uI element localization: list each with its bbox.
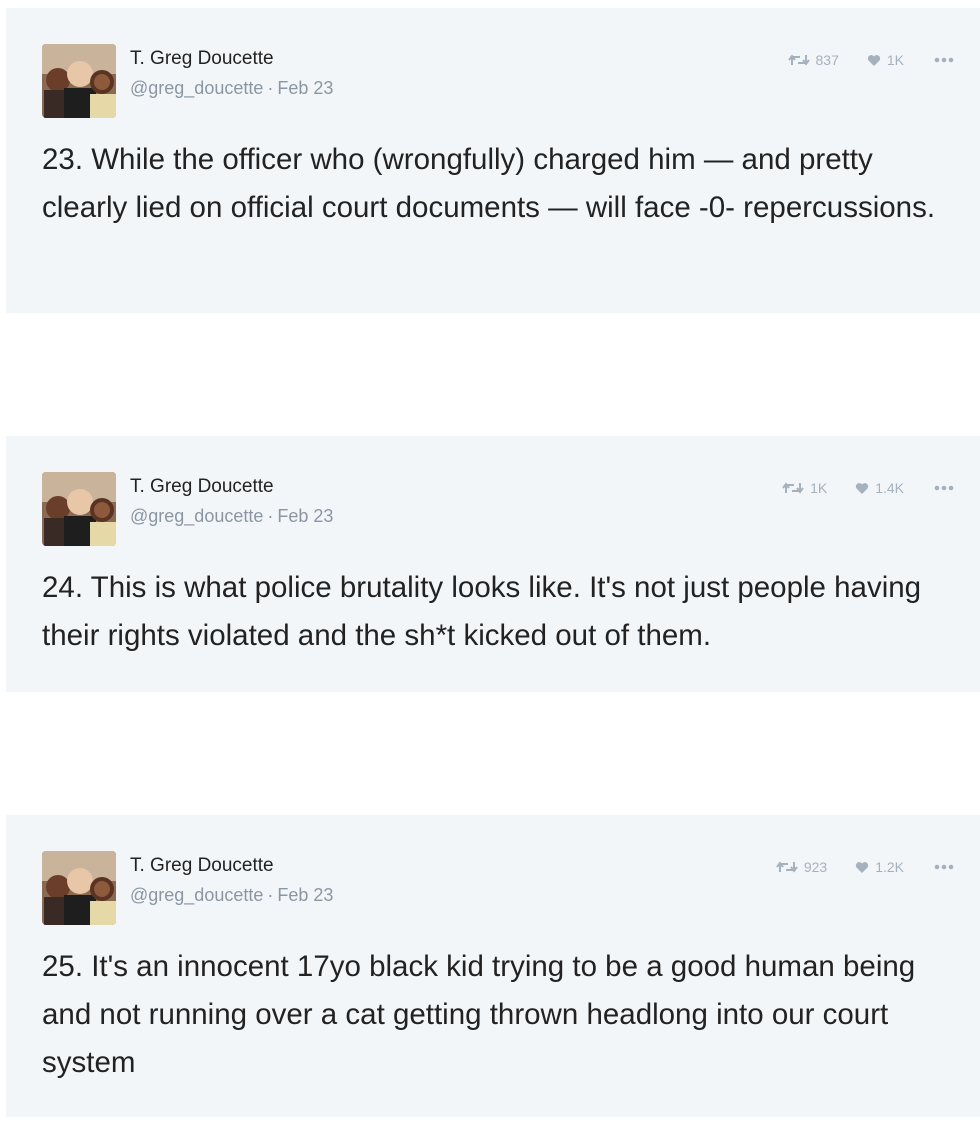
avatar[interactable] bbox=[42, 472, 116, 546]
meta-separator: · bbox=[267, 78, 274, 98]
author-handle[interactable]: @greg_doucette bbox=[130, 78, 263, 98]
meta-separator: · bbox=[267, 885, 274, 905]
avatar[interactable] bbox=[42, 851, 116, 925]
more-icon[interactable] bbox=[934, 864, 954, 870]
heart-icon bbox=[856, 861, 869, 873]
retweet-icon bbox=[776, 861, 798, 873]
tweet-card[interactable]: T. Greg Doucette @greg_doucette · Feb 23 1… bbox=[6, 436, 980, 692]
like-count: 1.2K bbox=[875, 859, 904, 875]
author-name[interactable]: T. Greg Doucette bbox=[130, 476, 333, 498]
like-button[interactable]: 1K bbox=[867, 52, 904, 68]
retweet-count: 1K bbox=[810, 480, 828, 496]
retweet-icon bbox=[782, 482, 804, 494]
tweet-card[interactable]: T. Greg Doucette @greg_doucette · Feb 23 8… bbox=[6, 8, 980, 313]
heart-icon bbox=[867, 54, 881, 66]
retweet-count: 837 bbox=[815, 52, 839, 68]
like-button[interactable]: 1.2K bbox=[855, 859, 904, 875]
like-button[interactable]: 1.4K bbox=[855, 480, 904, 496]
meta-separator: · bbox=[267, 506, 274, 526]
retweet-button[interactable]: 1K bbox=[782, 480, 827, 496]
heart-icon bbox=[856, 482, 869, 494]
tweet-text: 24. This is what police brutality looks … bbox=[42, 571, 922, 652]
tweet-date[interactable]: Feb 23 bbox=[277, 78, 333, 98]
tweet-text: 23. While the officer who (wrongfully) c… bbox=[42, 143, 936, 224]
author-name[interactable]: T. Greg Doucette bbox=[130, 48, 333, 70]
like-count: 1.4K bbox=[875, 480, 904, 496]
tweet-date[interactable]: Feb 23 bbox=[277, 506, 333, 526]
more-icon[interactable] bbox=[934, 485, 954, 491]
tweet-date[interactable]: Feb 23 bbox=[277, 885, 333, 905]
retweet-button[interactable]: 837 bbox=[787, 52, 839, 68]
more-icon[interactable] bbox=[934, 57, 954, 63]
author-handle[interactable]: @greg_doucette bbox=[130, 506, 263, 526]
author-name[interactable]: T. Greg Doucette bbox=[130, 855, 333, 877]
retweet-count: 923 bbox=[803, 859, 828, 875]
tweet-text: 25. It's an innocent 17yo black kid tryi… bbox=[42, 950, 916, 1079]
author-handle[interactable]: @greg_doucette bbox=[130, 885, 263, 905]
retweet-button[interactable]: 923 bbox=[776, 859, 827, 875]
like-count: 1K bbox=[886, 52, 904, 68]
retweet-icon bbox=[787, 54, 810, 66]
avatar[interactable] bbox=[42, 44, 116, 118]
tweet-card[interactable]: T. Greg Doucette @greg_doucette · Feb 23 9… bbox=[6, 815, 980, 1117]
